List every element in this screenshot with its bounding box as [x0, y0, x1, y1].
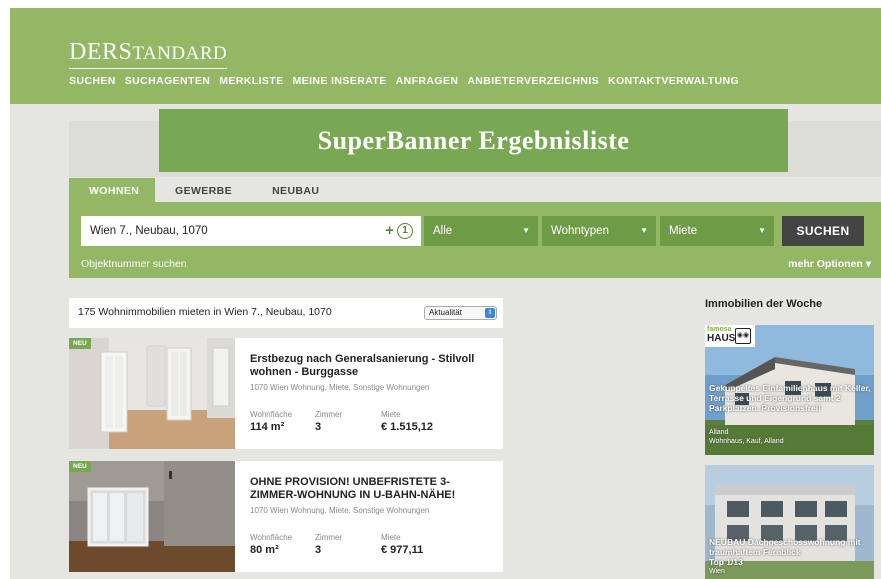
tab-gewerbe[interactable]: GEWERBE: [155, 178, 252, 202]
rooms-label: Zimmer: [315, 410, 343, 419]
listing-card[interactable]: NEU OHNE PROVISION! UNBEFRISTETE 3-ZIMME…: [69, 461, 503, 572]
sort-select[interactable]: Aktualität ⇕: [424, 306, 497, 320]
nav-meine-inserate[interactable]: MEINE INSERATE: [293, 75, 387, 87]
filter-select-miete[interactable]: Miete ▼: [660, 216, 774, 246]
area-label: Wohnfläche: [250, 410, 293, 419]
nav-anbieterverzeichnis[interactable]: ANBIETERVERZEICHNIS: [467, 75, 599, 87]
ad-place: Wien: [709, 568, 725, 575]
listing-title[interactable]: Erstbezug nach Generalsanierung - Stilvo…: [250, 353, 490, 379]
listing-photo[interactable]: NEU: [69, 461, 235, 572]
sidebar-heading: Immobilien der Woche: [705, 298, 823, 310]
filter-select-alle[interactable]: Alle ▼: [424, 216, 538, 246]
listing-subtitle: 1070 Wien Wohnung, Miete, Sonstige Wohnu…: [250, 383, 430, 392]
property-of-the-week-ad[interactable]: NEUBAU Dachgeschosswohnung mit traumhaft…: [705, 465, 874, 579]
results-count: 175 Wohnimmobilien mieten in Wien 7., Ne…: [78, 306, 332, 318]
nav-suchagenten[interactable]: SUCHAGENTEN: [125, 75, 211, 87]
main-nav: SUCHEN SUCHAGENTEN MERKLISTE MEINE INSER…: [69, 75, 739, 87]
select-arrows-icon: ⇕: [485, 308, 495, 318]
new-badge: NEU: [69, 338, 91, 349]
rent-label: Miete: [381, 533, 401, 542]
ad-title: Gekuppeltes Einfamilienhaus mit Keller, …: [709, 383, 871, 413]
plus-icon[interactable]: +: [385, 216, 394, 246]
area-value: 80 m²: [250, 544, 279, 556]
tab-wohnen[interactable]: WOHNEN: [69, 178, 155, 202]
search-panel: Wien 7., Neubau, 1070 + 1 Alle ▼ Wohntype…: [69, 202, 881, 278]
ad-title: NEUBAU Dachgeschosswohnung mit traumhaft…: [709, 537, 861, 557]
chevron-down-icon: ▼: [758, 226, 766, 235]
tab-neubau[interactable]: NEUBAU: [252, 178, 339, 202]
rooms-label: Zimmer: [315, 533, 343, 542]
filter-select-wohntypen[interactable]: Wohntypen ▼: [542, 216, 656, 246]
object-number-link[interactable]: Objektnummer suchen: [81, 258, 187, 270]
new-badge: NEU: [69, 461, 91, 472]
famosa-haus-logo: famosa HAUS ◉◉: [705, 325, 755, 347]
results-summary-bar: 175 Wohnimmobilien mieten in Wien 7., Ne…: [69, 298, 503, 328]
plus-circle-icon[interactable]: 1: [397, 223, 413, 239]
ad-place: Alland: [709, 429, 729, 436]
rent-value: € 977,11: [381, 544, 424, 556]
area-label: Wohnfläche: [250, 533, 293, 542]
page: DERSTANDARD SUCHEN SUCHAGENTEN MERKLISTE…: [10, 8, 881, 579]
nav-suchen[interactable]: SUCHEN: [69, 75, 116, 87]
rooms-value: 3: [315, 544, 322, 556]
more-options-link[interactable]: mehr Optionen ▾: [788, 258, 871, 270]
chevron-down-icon: ▼: [522, 226, 530, 235]
listing-title[interactable]: OHNE PROVISION! UNBEFRISTETE 3-ZIMMER-WO…: [250, 476, 490, 502]
superbanner-ad[interactable]: SuperBanner Ergebnisliste: [159, 109, 788, 172]
search-button[interactable]: SUCHEN: [782, 216, 864, 246]
rent-value: € 1.515,12: [381, 421, 433, 433]
ad-meta: Top 1/13: [709, 557, 743, 567]
rent-label: Miete: [381, 410, 401, 419]
nav-kontaktverwaltung[interactable]: KONTAKTVERWALTUNG: [608, 75, 739, 87]
rooms-value: 3: [315, 421, 322, 433]
derstandard-logo[interactable]: DERSTANDARD: [69, 39, 228, 69]
site-header: DERSTANDARD SUCHEN SUCHAGENTEN MERKLISTE…: [10, 8, 881, 104]
location-input[interactable]: Wien 7., Neubau, 1070 + 1: [81, 216, 421, 246]
listing-card[interactable]: NEU Erstbezug nach Generalsanierung - St…: [69, 338, 503, 449]
nav-anfragen[interactable]: ANFRAGEN: [396, 75, 459, 87]
chevron-down-icon: ▼: [640, 226, 648, 235]
location-value: Wien 7., Neubau, 1070: [90, 225, 208, 237]
listing-subtitle: 1070 Wien Wohnung, Miete, Sonstige Wohnu…: [250, 506, 430, 515]
owl-icon: ◉◉: [735, 328, 751, 344]
listing-photo[interactable]: NEU: [69, 338, 235, 449]
category-tabs: WOHNEN GEWERBE NEUBAU: [69, 178, 339, 202]
area-value: 114 m²: [250, 421, 285, 433]
property-of-the-week-ad[interactable]: famosa HAUS ◉◉ Gekuppeltes Einfamilienha…: [705, 325, 874, 455]
ad-meta: Wohnhaus, Kauf, Alland: [709, 438, 784, 445]
nav-merkliste[interactable]: MERKLISTE: [219, 75, 283, 87]
